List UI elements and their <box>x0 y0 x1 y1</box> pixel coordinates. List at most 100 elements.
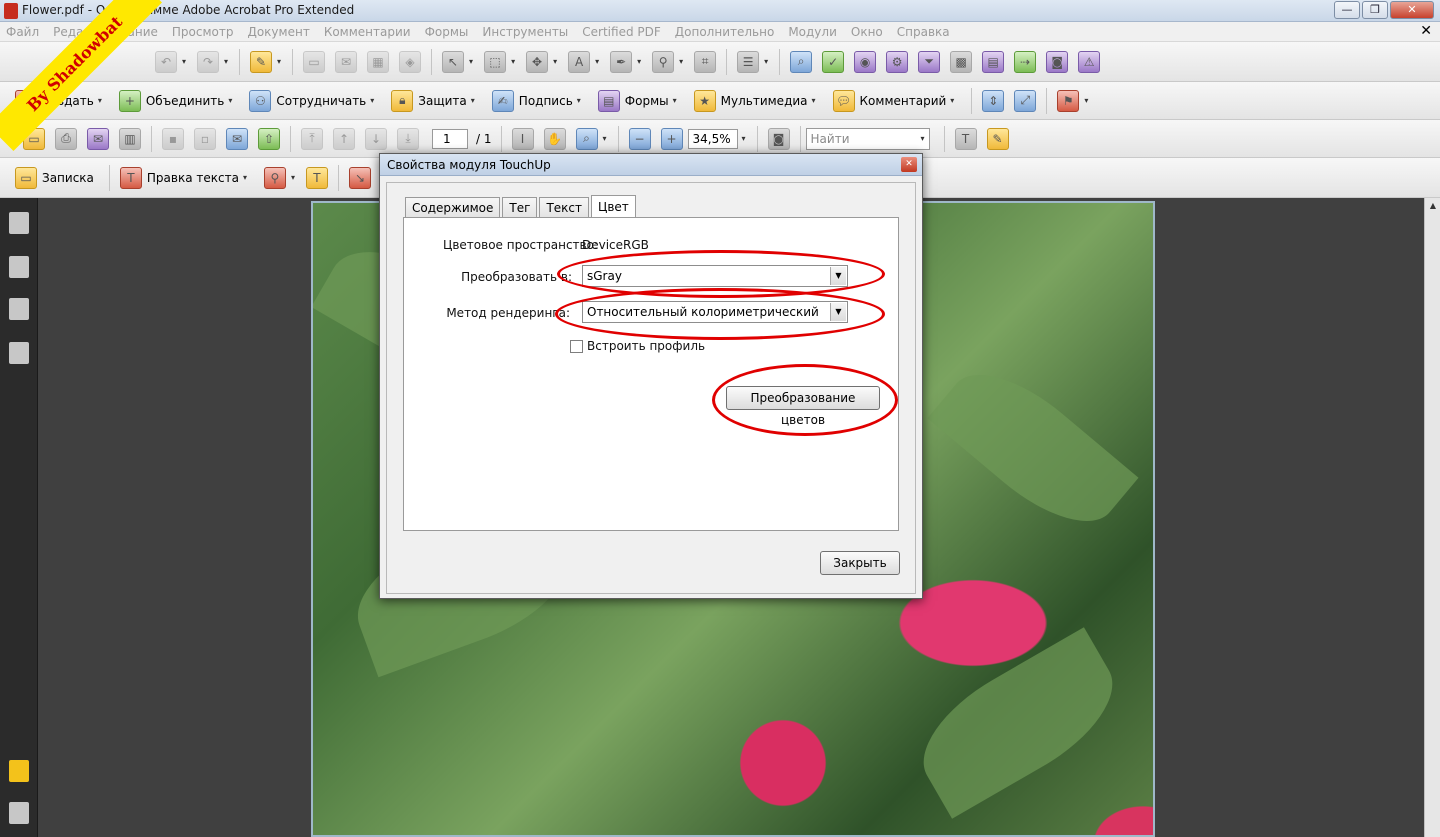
menu-certified-pdf[interactable]: Certified PDF <box>582 25 661 39</box>
highlight-text-icon[interactable]: T <box>305 166 328 189</box>
email-attach-icon[interactable]: ✉ <box>87 127 109 150</box>
close-document-icon[interactable]: ✕ <box>1420 23 1432 39</box>
preflight-icon[interactable]: ⌕ <box>790 50 813 73</box>
prev-page-icon[interactable]: ↑ <box>333 127 355 150</box>
color-grid-icon[interactable]: ▩ <box>950 50 973 73</box>
forms-button[interactable]: ▤ Формы ▾ <box>593 89 683 112</box>
filter-icon[interactable]: ⏷ <box>918 50 941 73</box>
menu-advanced[interactable]: Дополнительно <box>675 25 775 39</box>
comment-tool-icon[interactable]: ▭ <box>303 50 326 73</box>
comment-bubble-icon: 💬︎ <box>832 89 855 112</box>
toolbar-task-buttons: +Создать▾ +Объединить▾ ⚇Сотрудничать▾ 🔒︎… <box>0 82 1440 120</box>
export-icon[interactable]: ⇢ <box>1014 50 1037 73</box>
menu-tools[interactable]: Инструменты <box>482 25 568 39</box>
camera-icon[interactable]: ◙ <box>1046 50 1069 73</box>
bookmarks-icon[interactable] <box>9 256 29 278</box>
stamp-icon[interactable]: ⚲ <box>263 166 286 189</box>
menu-document[interactable]: Документ <box>247 25 309 39</box>
check-icon[interactable]: ✓ <box>822 50 845 73</box>
layers-panel-icon[interactable] <box>9 298 29 320</box>
zoom-in-icon[interactable]: + <box>660 127 683 150</box>
tab-content[interactable]: Содержимое <box>405 197 501 219</box>
undo-icon[interactable]: ↶ <box>155 50 177 73</box>
print-icon[interactable]: ⎙ <box>55 127 77 150</box>
select-text-icon[interactable]: I <box>511 127 534 150</box>
pen-tool-icon[interactable]: ✒ <box>610 50 633 73</box>
email-icon[interactable]: ✉ <box>226 127 248 150</box>
save-icon[interactable]: ▪ <box>162 127 184 150</box>
forms-icon: ▤ <box>597 89 620 112</box>
pin-tool-icon[interactable]: ⚲ <box>652 50 675 73</box>
sticky-note-icon: ▭ <box>15 166 37 189</box>
sign-button[interactable]: ✍ Подпись ▾ <box>487 89 587 112</box>
close-window-button[interactable]: ✕ <box>1390 1 1434 19</box>
zoom-out-icon[interactable]: − <box>628 127 651 150</box>
page-number-input[interactable]: 1 <box>432 128 468 149</box>
save-as-icon[interactable]: ▫ <box>194 127 216 150</box>
maximize-button[interactable]: ❐ <box>1362 1 1388 19</box>
comment-button[interactable]: 💬︎ Комментарий ▾ <box>828 89 961 112</box>
menu-file[interactable]: Файл <box>6 25 39 39</box>
collaborate-icon: ⚇ <box>249 89 272 112</box>
last-page-icon[interactable]: ⤓ <box>397 127 419 150</box>
tab-tag[interactable]: Тег <box>502 197 538 219</box>
grid-icon[interactable]: ▦ <box>367 50 390 73</box>
comments-panel-icon[interactable] <box>9 760 29 782</box>
zoom-level-input[interactable]: 34,5% <box>687 128 738 149</box>
touchup-edit-icon[interactable]: ✎ <box>986 127 1009 150</box>
page-properties-icon[interactable]: ☰ <box>737 50 760 73</box>
edit-text-button[interactable]: T Правка текста ▾ <box>115 166 253 189</box>
menu-plugins[interactable]: Модули <box>788 25 837 39</box>
menu-window[interactable]: Окно <box>851 25 883 39</box>
multimedia-button[interactable]: ★ Мультимедиа ▾ <box>689 89 822 112</box>
dialog-close-icon[interactable]: ✕ <box>901 157 917 172</box>
menu-comments[interactable]: Комментарии <box>324 25 411 39</box>
layers-icon[interactable]: ◈ <box>399 50 422 73</box>
next-page-icon[interactable]: ↓ <box>365 127 387 150</box>
fit-width-icon[interactable]: ⤢ <box>1014 89 1037 112</box>
mail-icon[interactable]: ✉ <box>335 50 358 73</box>
fit-page-icon[interactable]: ⇕ <box>982 89 1005 112</box>
text-recognition-icon[interactable]: T <box>954 127 977 150</box>
pages-icon[interactable] <box>9 212 29 234</box>
navigation-panel <box>0 198 38 837</box>
toolbar-tasks: ↶ ▾ ↷ ▾ ✎ ▾ ▭ ✉ ▦ ◈ ↖ ▾ ⬚ ▾ ✥ ▾ A ▾ ✒ ▾ ⚲ ▾ ⌗ ☰ ▾ … <box>0 42 1440 82</box>
close-dialog-button[interactable]: Закрыть <box>820 551 900 575</box>
crop-tool-icon[interactable]: ⌗ <box>694 50 717 73</box>
combine-button[interactable]: + Объединить ▾ <box>114 89 239 112</box>
select-arrow-icon[interactable]: ↖ <box>442 50 465 73</box>
signatures-icon[interactable] <box>9 342 29 364</box>
minimize-button[interactable]: — <box>1334 1 1360 19</box>
print-production-icon[interactable]: ▤ <box>982 50 1005 73</box>
web-upload-icon[interactable]: ⇧ <box>258 127 280 150</box>
secure-button[interactable]: 🔒︎ Защита ▾ <box>386 89 481 112</box>
move-tool-icon[interactable]: ✥ <box>526 50 549 73</box>
first-page-icon[interactable]: ⤒ <box>301 127 323 150</box>
tab-text[interactable]: Текст <box>539 197 589 219</box>
vertical-scrollbar[interactable]: ▲ <box>1424 198 1440 837</box>
settings-icon[interactable]: ⚙ <box>886 50 909 73</box>
text-tool-icon[interactable]: A <box>568 50 591 73</box>
zoom-tool-icon[interactable]: ⌕ <box>575 127 598 150</box>
callout-icon[interactable]: ↘ <box>348 166 371 189</box>
scan-icon[interactable]: ▥ <box>119 127 141 150</box>
sticky-note-button[interactable]: ▭ Записка <box>10 166 98 189</box>
tasks-menu-icon[interactable]: ⚑ <box>1057 89 1080 112</box>
form-tool-icon[interactable]: ✎ <box>250 50 273 73</box>
menu-view[interactable]: Просмотр <box>172 25 234 39</box>
globe-icon[interactable]: ◉ <box>854 50 877 73</box>
pen-sign-icon: ✍ <box>491 89 514 112</box>
menu-forms[interactable]: Формы <box>425 25 469 39</box>
hand-tool-icon[interactable]: ✋ <box>543 127 566 150</box>
redo-icon[interactable]: ↷ <box>197 50 220 73</box>
embed-profile-checkbox[interactable] <box>570 340 583 353</box>
marquee-select-icon[interactable]: ⬚ <box>484 50 507 73</box>
warning-icon[interactable]: ⚠ <box>1078 50 1101 73</box>
menu-help[interactable]: Справка <box>897 25 950 39</box>
snapshot-icon[interactable]: ◙ <box>767 127 790 150</box>
scroll-up-icon[interactable]: ▲ <box>1425 198 1440 214</box>
collaborate-button[interactable]: ⚇ Сотрудничать ▾ <box>244 89 380 112</box>
attachments-icon[interactable] <box>9 802 29 824</box>
combine-icon: + <box>118 89 141 112</box>
find-input[interactable]: Найти ▾ <box>805 127 930 150</box>
